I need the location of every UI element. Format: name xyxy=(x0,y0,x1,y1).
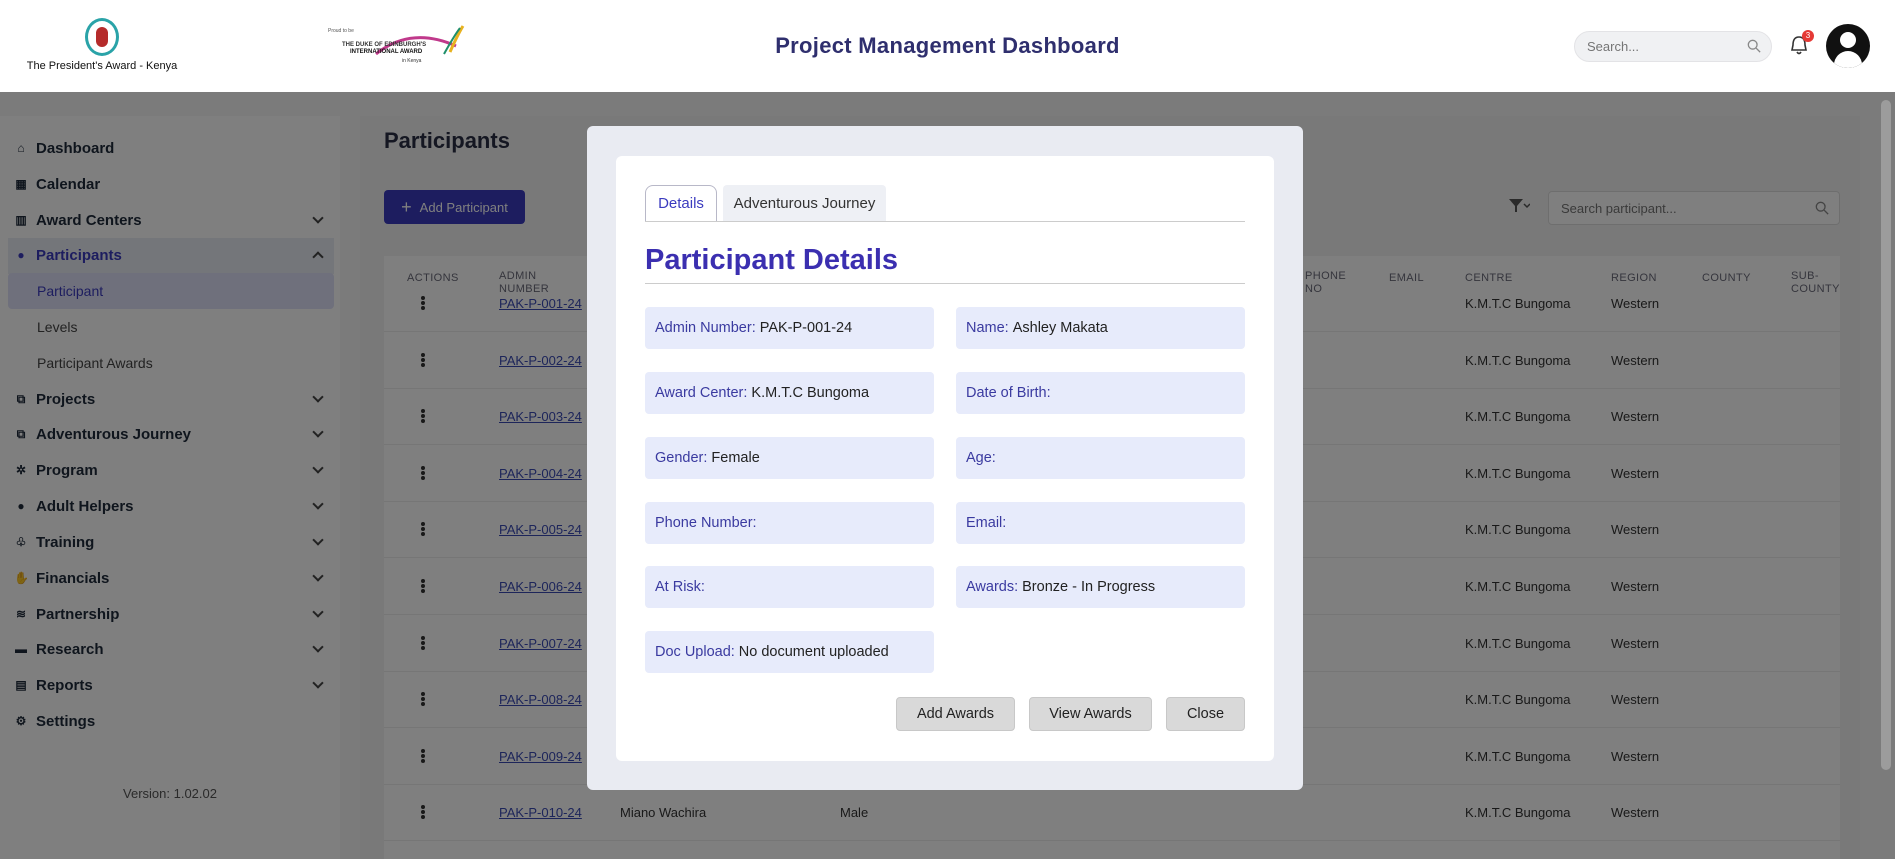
modal-title: Participant Details xyxy=(645,244,899,276)
field-value: No document uploaded xyxy=(738,644,889,660)
field-doc-upload: Doc Upload: No document uploaded xyxy=(645,631,934,673)
close-button[interactable]: Close xyxy=(1166,697,1245,731)
add-awards-button[interactable]: Add Awards xyxy=(896,697,1015,731)
field-age: Age: xyxy=(956,437,1245,479)
field-awards: Awards: Bronze - In Progress xyxy=(956,566,1245,608)
field-label: Award Center: xyxy=(655,385,748,401)
field-value: K.M.T.C Bungoma xyxy=(751,385,870,401)
page-scrollbar[interactable] xyxy=(1881,100,1891,770)
field-at-risk: At Risk: xyxy=(645,566,934,608)
field-label: Date of Birth: xyxy=(966,385,1051,401)
title-divider xyxy=(645,283,1245,284)
field-phone-number: Phone Number: xyxy=(645,502,934,544)
notification-count-badge: 3 xyxy=(1802,30,1814,42)
field-email: Email: xyxy=(956,502,1245,544)
field-value: Female xyxy=(711,450,760,466)
field-label: Gender: xyxy=(655,450,708,466)
user-avatar[interactable] xyxy=(1826,24,1870,68)
global-search-input[interactable] xyxy=(1575,32,1735,61)
field-value: Ashley Makata xyxy=(1012,320,1108,336)
field-label: Age: xyxy=(966,450,996,466)
field-label: Admin Number: xyxy=(655,320,756,336)
field-label: Doc Upload: xyxy=(655,644,735,660)
top-header: The President's Award - Kenya Proud to b… xyxy=(0,0,1895,92)
field-label: Awards: xyxy=(966,579,1019,595)
global-search[interactable] xyxy=(1574,31,1772,62)
field-date-of-birth: Date of Birth: xyxy=(956,372,1245,414)
tab-details[interactable]: Details xyxy=(645,185,717,221)
org-name: The President's Award - Kenya xyxy=(26,60,178,72)
tab-adventurous-journey[interactable]: Adventurous Journey xyxy=(723,185,886,221)
field-label: At Risk: xyxy=(655,579,705,595)
modal-tabs: Details Adventurous Journey xyxy=(645,185,1245,222)
field-label: Email: xyxy=(966,515,1007,531)
field-name: Name: Ashley Makata xyxy=(956,307,1245,349)
view-awards-button[interactable]: View Awards xyxy=(1029,697,1152,731)
field-label: Name: xyxy=(966,320,1009,336)
field-label: Phone Number: xyxy=(655,515,757,531)
field-gender: Gender: Female xyxy=(645,437,934,479)
field-admin-number: Admin Number: PAK-P-001-24 xyxy=(645,307,934,349)
field-award-center: Award Center: K.M.T.C Bungoma xyxy=(645,372,934,414)
search-icon[interactable] xyxy=(1747,39,1761,53)
field-value: Bronze - In Progress xyxy=(1022,579,1156,595)
field-value: PAK-P-001-24 xyxy=(759,320,853,336)
notifications-button[interactable]: 3 xyxy=(1788,30,1814,56)
